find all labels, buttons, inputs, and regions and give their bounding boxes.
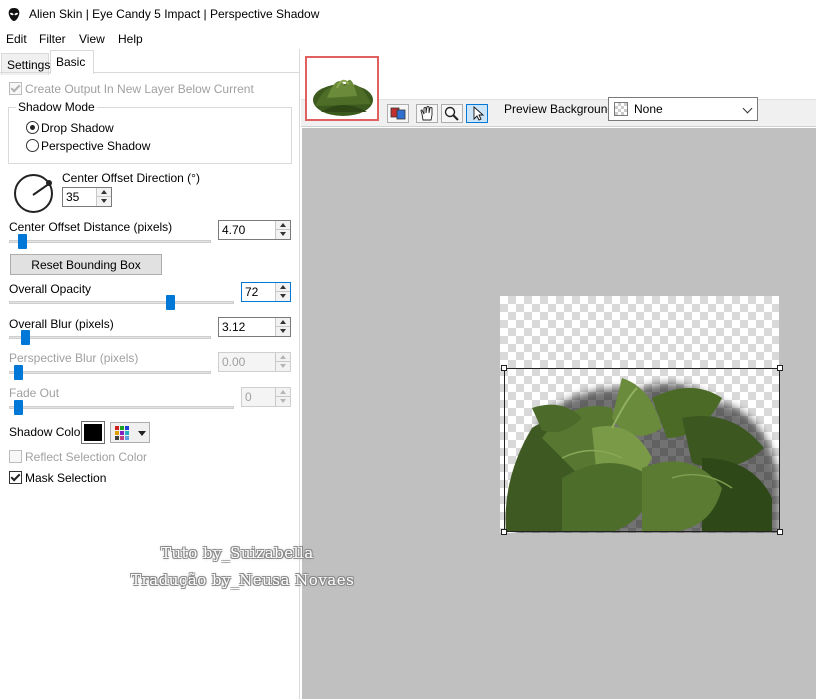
opacity-down-arrow[interactable] (276, 292, 290, 301)
watermark-line-2: Tradução by_Neusa Novaes (131, 571, 355, 589)
drop-shadow-radio[interactable] (26, 121, 39, 134)
chevron-down-icon (742, 103, 753, 114)
menu-edit[interactable]: Edit (6, 32, 27, 46)
bounding-box[interactable] (501, 365, 783, 535)
center-offset-distance-spinner[interactable] (218, 220, 291, 240)
title-bar: Alien Skin | Eye Candy 5 Impact | Perspe… (0, 0, 816, 29)
preview-background-label: Preview Background: (504, 102, 618, 116)
dial-knob (46, 180, 52, 186)
zoom-tool-button[interactable] (441, 104, 463, 123)
perspective-shadow-radio[interactable] (26, 139, 39, 152)
distance-up-arrow[interactable] (276, 221, 290, 230)
direction-down-arrow[interactable] (97, 197, 111, 206)
before-after-icon (390, 107, 406, 120)
watermark-line-1: Tuto by_Suizabella (161, 544, 314, 562)
menu-filter[interactable]: Filter (39, 32, 66, 46)
center-offset-direction-input[interactable] (63, 188, 97, 206)
direction-dial[interactable] (14, 174, 53, 213)
plant-thumbnail-image (307, 58, 377, 119)
tab-basic[interactable]: Basic (50, 50, 94, 74)
hand-icon (420, 106, 433, 121)
overall-opacity-label: Overall Opacity (9, 282, 92, 296)
fade-out-spinner[interactable] (241, 387, 291, 407)
fade-out-slider[interactable] (14, 400, 23, 415)
overall-opacity-slider[interactable] (166, 295, 175, 310)
source-thumbnail[interactable] (305, 56, 379, 121)
shadow-color-label: Shadow Color (9, 425, 85, 439)
create-output-label: Create Output In New Layer Below Current (25, 82, 254, 96)
direction-up-arrow[interactable] (97, 188, 111, 197)
shadow-color-fill (84, 424, 102, 441)
fade-out-track[interactable] (9, 406, 234, 409)
bbox-handle-top-right[interactable] (777, 365, 783, 371)
shadow-mode-group (8, 107, 292, 164)
center-offset-distance-track[interactable] (9, 240, 211, 243)
overall-blur-spinner[interactable] (218, 317, 291, 337)
zoom-icon (444, 106, 459, 121)
drop-shadow-label: Drop Shadow (41, 121, 114, 135)
bbox-handle-bottom-right[interactable] (777, 529, 783, 535)
create-output-checkbox[interactable] (9, 82, 22, 95)
menu-bar: Edit Filter View Help (0, 29, 816, 49)
overall-opacity-input[interactable] (242, 283, 276, 301)
blur-down-arrow[interactable] (276, 327, 290, 336)
opacity-up-arrow[interactable] (276, 283, 290, 292)
perspective-blur-label: Perspective Blur (pixels) (9, 351, 139, 365)
pointer-icon (473, 105, 485, 121)
palette-icon (115, 426, 129, 440)
center-offset-direction-spinner[interactable] (62, 187, 112, 207)
before-after-button[interactable] (387, 104, 409, 123)
bbox-handle-top-left[interactable] (501, 365, 507, 371)
center-offset-distance-input[interactable] (219, 221, 276, 239)
perspective-shadow-label: Perspective Shadow (41, 139, 151, 153)
shadow-color-swatch[interactable] (81, 421, 105, 444)
overall-opacity-spinner[interactable] (241, 282, 291, 302)
overall-opacity-track[interactable] (9, 301, 234, 304)
alien-skin-app-icon (7, 7, 21, 25)
pointer-tool-button[interactable] (466, 104, 488, 123)
center-offset-distance-slider[interactable] (18, 234, 27, 249)
overall-blur-label: Overall Blur (pixels) (9, 317, 114, 331)
preview-background-select[interactable]: None (608, 97, 758, 121)
preview-background-value: None (634, 102, 663, 116)
perspective-blur-track[interactable] (9, 371, 211, 374)
perspective-blur-input[interactable] (219, 353, 276, 371)
mask-selection-label: Mask Selection (25, 471, 107, 485)
fade-out-input[interactable] (242, 388, 276, 406)
center-offset-direction-label: Center Offset Direction (°) (62, 171, 200, 185)
color-palette-dropdown[interactable] (110, 422, 150, 443)
fade-out-up-arrow[interactable] (276, 388, 290, 397)
dropdown-arrow-icon (138, 431, 146, 436)
tab-divider (0, 72, 300, 73)
distance-down-arrow[interactable] (276, 230, 290, 239)
hand-tool-button[interactable] (416, 104, 438, 123)
overall-blur-slider[interactable] (21, 330, 30, 345)
reflect-selection-color-checkbox[interactable] (9, 450, 22, 463)
fade-out-down-arrow[interactable] (276, 397, 290, 406)
window-title: Alien Skin | Eye Candy 5 Impact | Perspe… (29, 7, 320, 21)
menu-view[interactable]: View (79, 32, 105, 46)
menu-help[interactable]: Help (118, 32, 143, 46)
center-offset-distance-label: Center Offset Distance (pixels) (9, 220, 173, 234)
mask-selection-checkbox[interactable] (9, 471, 22, 484)
overall-blur-track[interactable] (9, 336, 211, 339)
transparent-swatch-icon (614, 102, 628, 116)
reset-bounding-box-button[interactable]: Reset Bounding Box (10, 254, 162, 275)
fade-out-label: Fade Out (9, 386, 60, 400)
overall-blur-input[interactable] (219, 318, 276, 336)
reflect-selection-color-label: Reflect Selection Color (25, 450, 148, 464)
perspective-blur-down-arrow[interactable] (276, 362, 290, 371)
blur-up-arrow[interactable] (276, 318, 290, 327)
perspective-blur-slider[interactable] (14, 365, 23, 380)
bbox-handle-bottom-left[interactable] (501, 529, 507, 535)
shadow-mode-label: Shadow Mode (16, 100, 97, 114)
perspective-blur-up-arrow[interactable] (276, 353, 290, 362)
perspective-blur-spinner[interactable] (218, 352, 291, 372)
